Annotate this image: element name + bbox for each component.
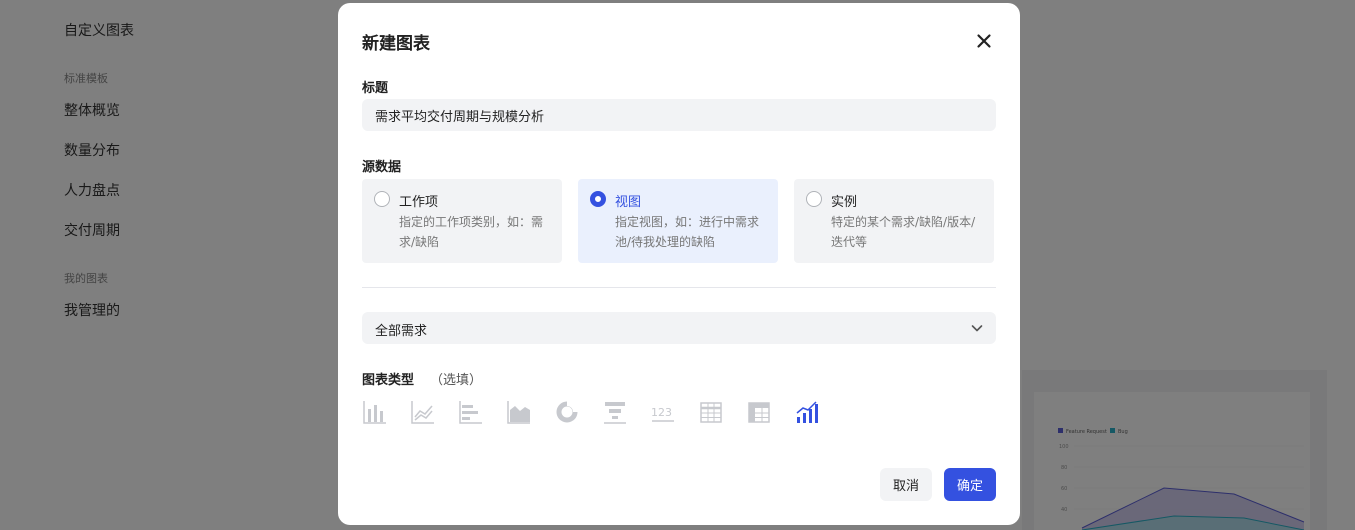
bar-chart-icon[interactable] [362, 399, 388, 425]
cancel-button[interactable]: 取消 [880, 468, 932, 501]
title-input[interactable] [362, 99, 996, 131]
combo-chart-icon[interactable] [794, 399, 820, 425]
radio-work-item[interactable] [374, 191, 390, 207]
source-data-label: 源数据 [362, 160, 402, 175]
view-select[interactable]: 全部需求 [362, 312, 996, 344]
source-option-title: 视图 [615, 195, 642, 210]
source-option-view[interactable]: 视图 指定视图，如：进行中需求池/待我处理的缺陷 [578, 179, 778, 263]
table-icon[interactable] [698, 399, 724, 425]
new-chart-dialog: 新建图表 标题 源数据 工作项 指定的工作项类别，如：需求/缺陷 视图 指定视图… [338, 3, 1020, 525]
pivot-table-icon[interactable] [746, 399, 772, 425]
area-chart-icon[interactable] [506, 399, 532, 425]
horizontal-bar-icon[interactable] [458, 399, 484, 425]
svg-text:123: 123 [651, 406, 672, 419]
radio-instance[interactable] [806, 191, 822, 207]
source-option-work-item[interactable]: 工作项 指定的工作项类别，如：需求/缺陷 [362, 179, 562, 263]
dialog-title: 新建图表 [362, 34, 430, 54]
line-chart-icon[interactable] [410, 399, 436, 425]
radio-view[interactable] [590, 191, 606, 207]
confirm-button[interactable]: 确定 [944, 468, 996, 501]
close-icon[interactable] [972, 29, 996, 53]
title-label: 标题 [362, 81, 389, 96]
funnel-chart-icon[interactable] [602, 399, 628, 425]
chevron-down-icon [970, 321, 984, 335]
chart-type-optional: （选填） [430, 373, 483, 388]
source-option-instance[interactable]: 实例 特定的某个需求/缺陷/版本/迭代等 [794, 179, 994, 263]
donut-chart-icon[interactable] [554, 399, 580, 425]
source-option-desc: 指定的工作项类别，如：需求/缺陷 [399, 215, 544, 249]
view-select-value: 全部需求 [375, 324, 428, 339]
number-card-icon[interactable]: 123 [650, 399, 676, 425]
source-option-desc: 特定的某个需求/缺陷/版本/迭代等 [831, 215, 976, 249]
source-option-desc: 指定视图，如：进行中需求池/待我处理的缺陷 [615, 215, 760, 249]
source-option-title: 工作项 [399, 195, 439, 210]
source-option-title: 实例 [831, 195, 858, 210]
chart-type-label: 图表类型 [362, 373, 415, 388]
divider [362, 287, 996, 288]
